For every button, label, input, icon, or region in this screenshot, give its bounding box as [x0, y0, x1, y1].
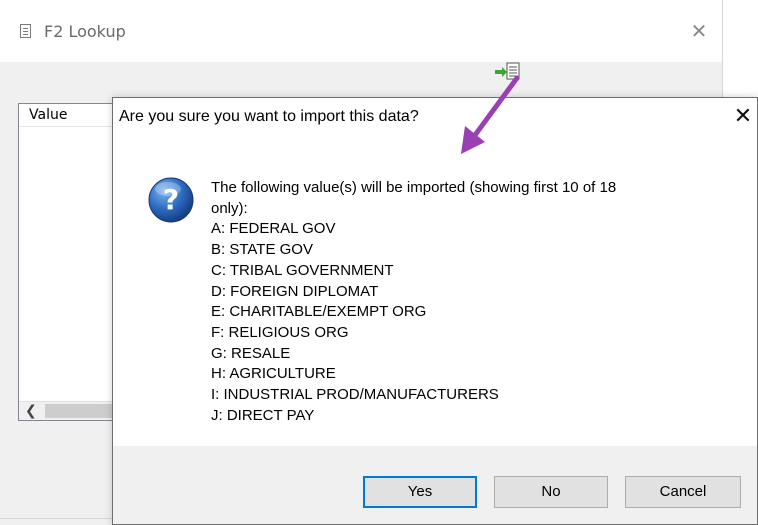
message-line: C: TRIBAL GOVERNMENT [211, 261, 394, 279]
value-column-label: Value [29, 107, 68, 123]
horizontal-scrollbar[interactable]: ❮ [19, 401, 113, 420]
scroll-left-icon[interactable]: ❮ [25, 402, 37, 420]
message-line: The following value(s) will be imported … [211, 179, 617, 196]
dialog-button-bar: Yes No Cancel [113, 446, 757, 524]
message-line: E: CHARITABLE/EXEMPT ORG [211, 303, 427, 321]
no-button[interactable]: No [494, 476, 608, 508]
yes-button[interactable]: Yes [363, 476, 477, 508]
window-document-icon [20, 24, 31, 38]
message-line: only): [211, 199, 248, 217]
window-title: F2 Lookup [44, 22, 126, 41]
window-close-button[interactable]: ✕ [688, 20, 710, 42]
message-line: G: RESALE [211, 344, 291, 362]
scrollbar-thumb[interactable] [45, 404, 113, 418]
window-titlebar: F2 Lookup ✕ [0, 0, 722, 62]
dialog-title: Are you sure you want to import this dat… [119, 108, 419, 125]
question-icon: ? [148, 177, 194, 223]
value-list[interactable]: Value ❮ [18, 103, 114, 421]
message-line: F: RELIGIOUS ORG [211, 323, 349, 341]
dialog-message: The following value(s) will be imported … [211, 178, 731, 426]
message-line: A: FEDERAL GOV [211, 220, 336, 238]
message-line: B: STATE GOV [211, 241, 313, 259]
message-line: J: DIRECT PAY [211, 406, 315, 424]
message-line: H: AGRICULTURE [211, 365, 336, 383]
dialog-close-button[interactable]: ✕ [731, 103, 755, 131]
svg-text:?: ? [163, 183, 179, 216]
confirm-import-dialog: Are you sure you want to import this dat… [112, 97, 758, 525]
cancel-button[interactable]: Cancel [625, 476, 741, 508]
message-line: D: FOREIGN DIPLOMAT [211, 282, 379, 300]
message-line: I: INDUSTRIAL PROD/MANUFACTURERS [211, 386, 499, 404]
value-column-header[interactable]: Value [19, 104, 113, 127]
annotation-arrow-icon [461, 75, 520, 154]
